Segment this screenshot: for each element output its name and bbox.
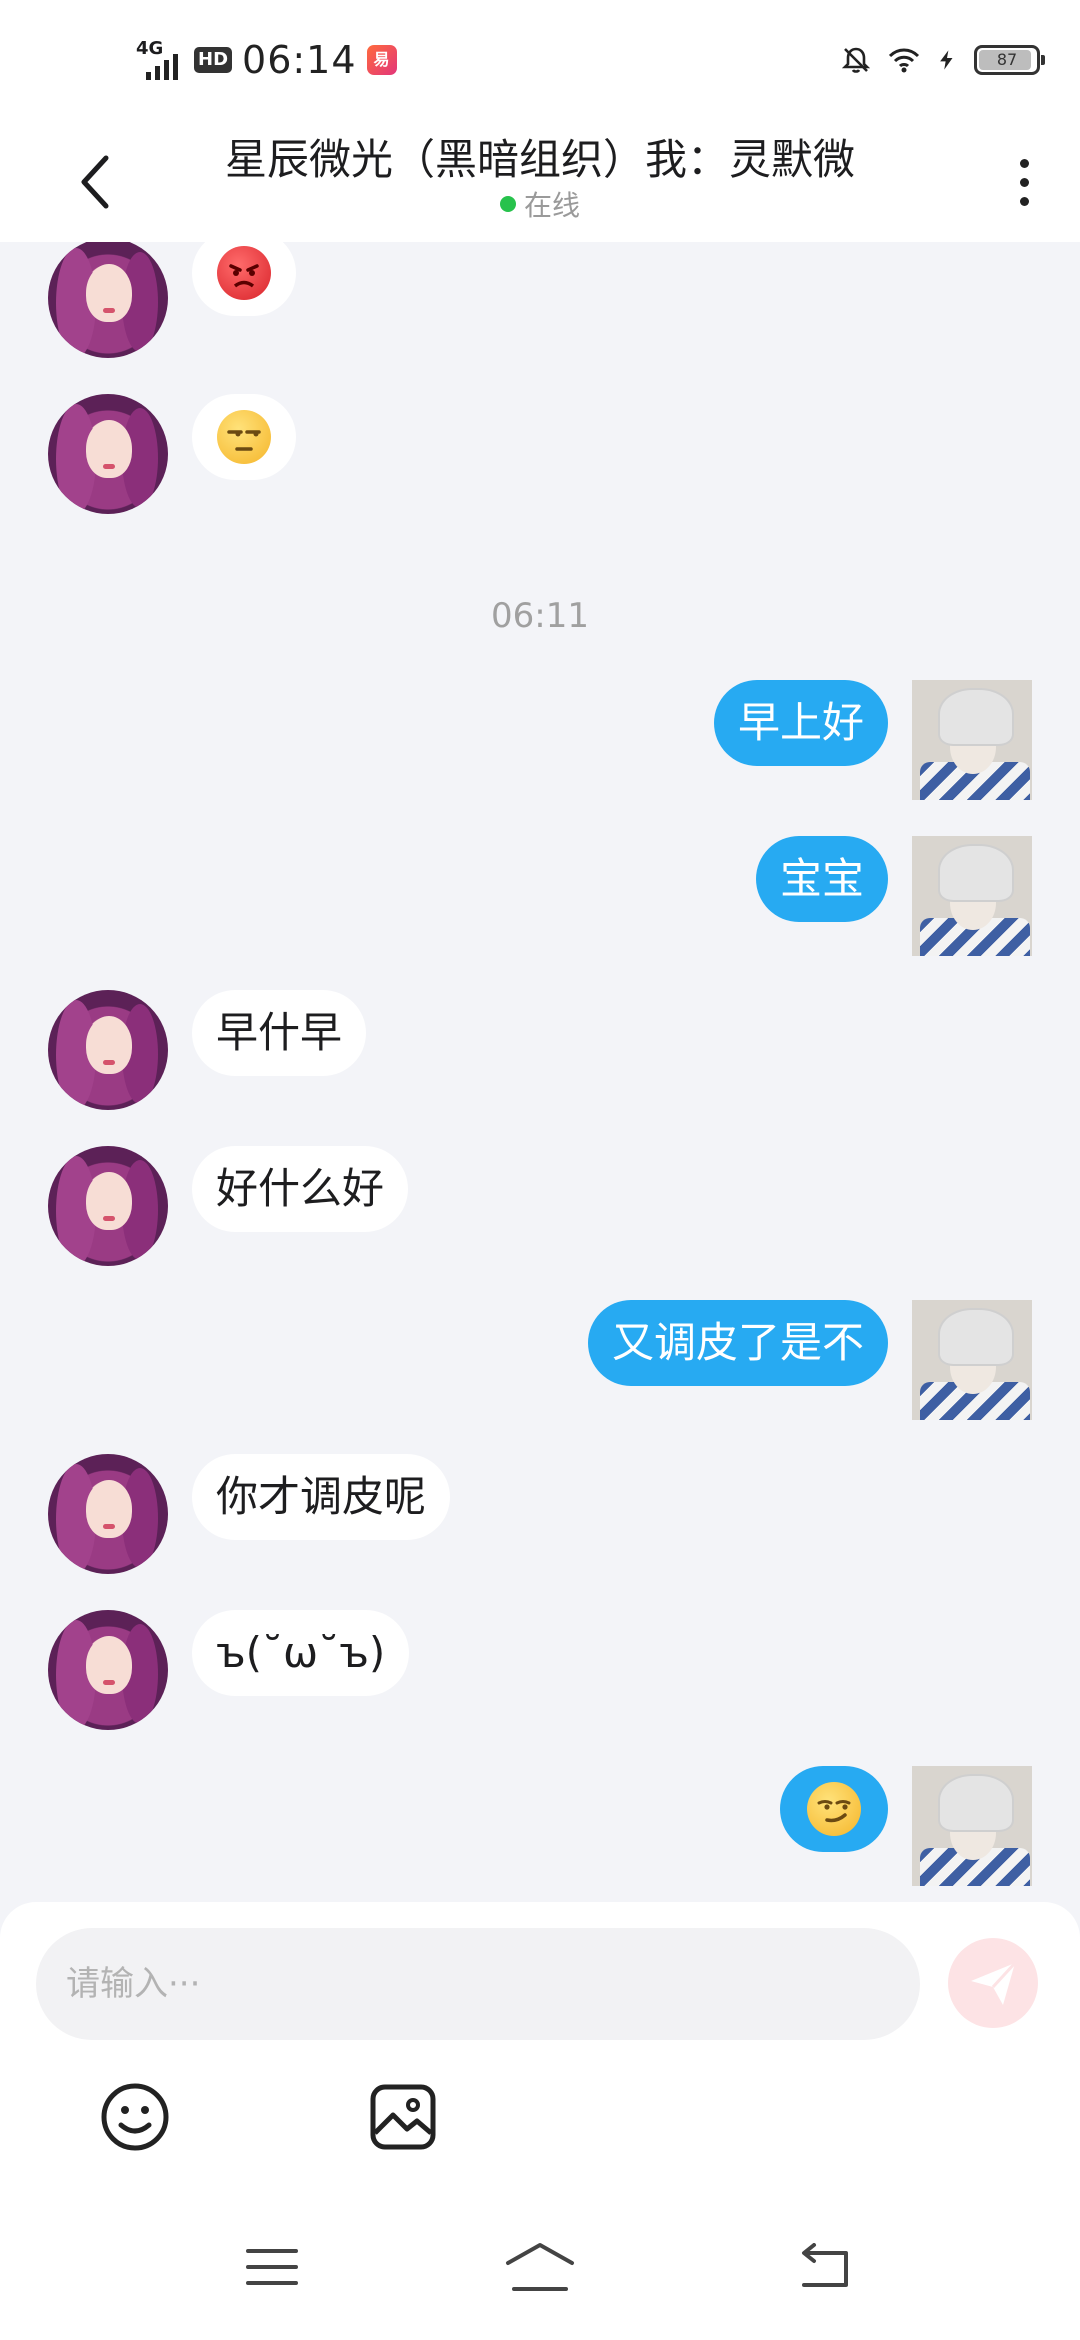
mute-icon (841, 47, 871, 73)
my-avatar[interactable] (912, 1766, 1032, 1886)
status-right: 87 (840, 32, 1045, 88)
chat-header: 星辰微光（黑暗组织）我：灵默微 在线 (0, 116, 1080, 242)
online-status: 在线 (0, 184, 1080, 224)
message-timestamp: 06:11 (491, 596, 589, 636)
message-bubble-incoming[interactable] (192, 242, 296, 316)
emoji-picker-icon (101, 2083, 169, 2151)
send-icon (971, 1961, 1017, 2005)
message-bubble-incoming[interactable]: 好什么好 (192, 1146, 409, 1232)
emoji-picker-button[interactable] (90, 2072, 180, 2162)
message-bubble-incoming[interactable]: 你才调皮呢 (192, 1454, 451, 1540)
signal-icon: 4G (132, 38, 184, 80)
image-picker-icon (370, 2084, 436, 2150)
contact-avatar[interactable] (48, 394, 168, 514)
contact-avatar[interactable] (48, 1454, 168, 1574)
message-bubble-outgoing[interactable] (780, 1766, 888, 1852)
home-icon (506, 2243, 574, 2291)
app-notification-icon: 易 (366, 45, 397, 75)
contact-avatar[interactable] (48, 1610, 168, 1730)
message-list[interactable]: 06:11 早上好 宝宝 早什早 好什么好 又调皮了是不 你才调皮呢 ъ(˘ω˘… (0, 242, 1080, 1904)
status-bar: 4G HD 06:14 易 87 (0, 0, 1080, 116)
message-input[interactable] (36, 1928, 920, 2040)
hd-badge: HD (194, 47, 233, 73)
more-dot-icon (1019, 196, 1029, 206)
more-dot-icon (1019, 158, 1029, 168)
wifi-icon (888, 48, 920, 73)
image-picker-button[interactable] (358, 2072, 448, 2162)
contact-avatar[interactable] (48, 990, 168, 1110)
online-dot-icon (499, 196, 516, 212)
my-avatar[interactable] (912, 680, 1032, 800)
my-avatar[interactable] (912, 1300, 1032, 1420)
charging-icon (940, 50, 953, 70)
message-bubble-incoming[interactable] (192, 394, 296, 480)
menu-icon (246, 2249, 298, 2285)
battery-icon: 87 (974, 45, 1045, 75)
nav-menu-button[interactable] (232, 2232, 312, 2302)
more-options-button[interactable] (994, 142, 1054, 222)
contact-avatar[interactable] (48, 1146, 168, 1266)
more-dot-icon (1019, 177, 1029, 187)
nav-back-button[interactable] (784, 2232, 864, 2302)
battery-level: 87 (996, 50, 1018, 69)
status-left: 4G HD 06:14 易 (132, 32, 397, 88)
message-bubble-outgoing[interactable]: 宝宝 (755, 836, 888, 922)
online-status-label: 在线 (523, 189, 580, 222)
my-avatar[interactable] (912, 836, 1032, 956)
status-time: 06:14 (242, 38, 357, 82)
smirk-emoji-icon (807, 1781, 861, 1836)
angry-emoji-icon (217, 245, 271, 300)
message-bubble-outgoing[interactable]: 又调皮了是不 (587, 1300, 888, 1386)
send-button[interactable] (948, 1938, 1038, 2028)
message-bubble-outgoing[interactable]: 早上好 (713, 680, 888, 766)
chat-title: 星辰微光（黑暗组织）我：灵默微 (224, 135, 855, 184)
nav-home-button[interactable] (500, 2232, 580, 2302)
message-bubble-incoming[interactable]: ъ(˘ω˘ъ) (192, 1610, 410, 1696)
message-bubble-incoming[interactable]: 早什早 (192, 990, 367, 1076)
contact-avatar[interactable] (48, 242, 168, 358)
back-icon (802, 2243, 848, 2287)
unamused-emoji-icon (217, 409, 271, 464)
